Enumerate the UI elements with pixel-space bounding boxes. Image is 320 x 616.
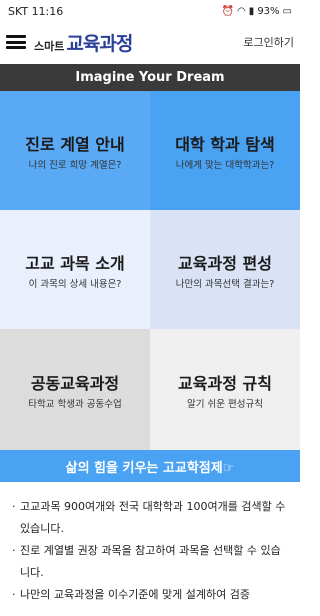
tile-title: 대학 학과 탐색 <box>175 134 275 154</box>
app-logo[interactable]: 스마트 교육과정 <box>34 29 133 56</box>
tile-subtitle: 나의 진로 희망 계열은? <box>28 159 122 171</box>
carrier-time: SKT 11:16 <box>8 5 63 18</box>
tile-title: 공동교육과정 <box>30 373 120 393</box>
app-header: 스마트 교육과정 로그인하기 <box>0 22 300 62</box>
battery-icon: ▭ <box>282 5 292 17</box>
logo-main-text: 교육과정 <box>66 32 133 55</box>
tile-subtitle: 이 과목의 상세 내용은? <box>28 278 122 290</box>
menu-icon[interactable] <box>6 35 26 49</box>
tile-title: 교육과정 편성 <box>178 253 272 273</box>
tile-curriculum-build[interactable]: 교육과정 편성 나만의 과목선택 결과는? <box>150 210 300 329</box>
tile-joint-curriculum[interactable]: 공동교육과정 타학교 학생과 공동수업 <box>0 329 150 450</box>
tile-title: 진로 계열 안내 <box>25 134 125 154</box>
signal-icon: ▮ <box>248 5 255 17</box>
clock: 11:16 <box>31 4 64 18</box>
tile-university-search[interactable]: 대학 학과 탐색 나에게 맞는 대학학과는? <box>150 91 300 210</box>
wifi-icon: ◠ <box>237 5 246 17</box>
tile-subtitle: 나에게 맞는 대학학과는? <box>175 159 275 171</box>
banner-title: Imagine Your Dream <box>0 64 300 91</box>
description-list: · 고교과목 900여개와 전국 대학학과 100여개를 검색할 수 있습니다. … <box>0 482 300 606</box>
carrier: SKT <box>8 4 29 18</box>
list-item: · 나만의 교육과정을 이수기준에 맞게 설계하여 검증 <box>12 584 290 606</box>
tile-title: 교육과정 규칙 <box>178 373 272 393</box>
tile-curriculum-rules[interactable]: 교육과정 규칙 알기 쉬운 편성규칙 <box>150 329 300 450</box>
battery-level: 93% <box>257 5 280 17</box>
list-item: · 진로 계열별 권장 과목을 참고하여 과목을 선택할 수 있습니다. <box>12 540 290 584</box>
tile-career-guide[interactable]: 진로 계열 안내 나의 진로 희망 계열은? <box>0 91 150 210</box>
alarm-icon: ⏰ <box>221 5 235 17</box>
tile-subtitle: 나만의 과목선택 결과는? <box>175 278 275 290</box>
tile-subject-intro[interactable]: 고교 과목 소개 이 과목의 상세 내용은? <box>0 210 150 329</box>
credit-system-link[interactable]: 삶의 힘을 키우는 고교학점제☞ <box>0 450 300 482</box>
status-icons: ⏰ ◠ ▮ 93% ▭ <box>222 6 292 17</box>
tile-subtitle: 타학교 학생과 공동수업 <box>28 398 122 410</box>
menu-grid: 진로 계열 안내 나의 진로 희망 계열은? 대학 학과 탐색 나에게 맞는 대… <box>0 91 300 450</box>
list-item: · 고교과목 900여개와 전국 대학학과 100여개를 검색할 수 있습니다. <box>12 496 290 540</box>
description-text: 고교과목 900여개와 전국 대학학과 100여개를 검색할 수 있습니다. <box>20 500 286 535</box>
description-text: 나만의 교육과정을 이수기준에 맞게 설계하여 검증 <box>20 588 251 601</box>
tile-subtitle: 알기 쉬운 편성규칙 <box>187 398 263 410</box>
login-link[interactable]: 로그인하기 <box>243 34 294 50</box>
status-bar: SKT 11:16 ⏰ ◠ ▮ 93% ▭ <box>0 0 300 22</box>
logo-small-text: 스마트 <box>34 39 65 53</box>
tile-title: 고교 과목 소개 <box>25 253 125 273</box>
description-text: 진로 계열별 권장 과목을 참고하여 과목을 선택할 수 있습니다. <box>20 544 281 579</box>
